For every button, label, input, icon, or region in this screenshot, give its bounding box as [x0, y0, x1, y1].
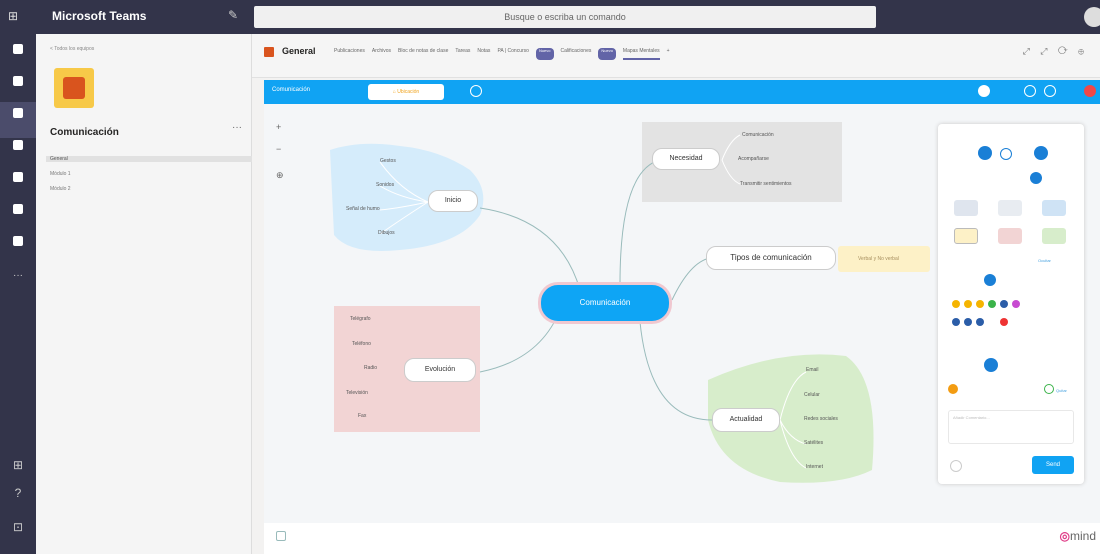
leaf-redes[interactable]: Redes sociales — [804, 416, 838, 422]
node-actualidad[interactable]: Actualidad — [712, 408, 780, 432]
color-picker-icon[interactable] — [984, 274, 996, 286]
progress-start-icon[interactable] — [948, 384, 958, 394]
number-icon[interactable] — [952, 318, 960, 326]
style-swatch[interactable] — [954, 228, 978, 244]
mindmap-connections — [330, 122, 930, 483]
node-tipos-comunicacion[interactable]: Tipos de comunicación — [706, 246, 836, 270]
number-icon[interactable] — [976, 318, 984, 326]
mindmeister-logo: ◎mind — [1059, 529, 1097, 543]
remove-link[interactable]: Quitar — [1056, 388, 1067, 393]
leaf-acompanarse[interactable]: Acompañarse — [738, 156, 769, 162]
leaf-comunicacion[interactable]: Comunicación — [742, 132, 774, 138]
leaf-senal-humo[interactable]: Señal de humo — [346, 206, 380, 212]
leaf-sonidos[interactable]: Sonidos — [376, 182, 394, 188]
leaf-verbal[interactable]: Verbal y No verbal — [858, 256, 899, 262]
leaf-email[interactable]: Email — [806, 367, 819, 373]
hide-link[interactable]: Ocultar — [1038, 258, 1051, 263]
progress-end-icon[interactable] — [1044, 384, 1054, 394]
central-topic[interactable]: Comunicación — [538, 282, 672, 324]
shape-icon[interactable] — [1034, 146, 1048, 160]
leaf-telegrafo[interactable]: Telégrafo — [350, 316, 371, 322]
map-overview-icon[interactable] — [276, 531, 286, 541]
emoji-icon[interactable] — [952, 300, 960, 308]
node-evolucion[interactable]: Evolución — [404, 358, 476, 382]
style-swatch[interactable] — [998, 200, 1022, 216]
style-swatch[interactable] — [998, 228, 1022, 244]
line-style-icon[interactable] — [984, 358, 998, 372]
emoji-icon[interactable] — [976, 300, 984, 308]
circle-icon[interactable] — [1000, 300, 1008, 308]
text-style-icon[interactable] — [978, 146, 992, 160]
emoji-picker-icon[interactable] — [950, 460, 962, 472]
leaf-satelites[interactable]: Satélites — [804, 440, 823, 446]
style-swatch[interactable] — [954, 200, 978, 216]
font-icon[interactable] — [1000, 148, 1012, 160]
node-necesidad[interactable]: Necesidad — [652, 148, 720, 170]
format-panel: Ocultar Quitar Añadir Comentario... Send — [938, 124, 1084, 484]
send-button[interactable]: Send — [1032, 456, 1074, 474]
node-inicio[interactable]: Inicio — [428, 190, 478, 212]
leaf-radio[interactable]: Radio — [364, 365, 377, 371]
leaf-sentimientos[interactable]: Transmitir sentimientos — [740, 181, 792, 187]
brand-text: mind — [1069, 529, 1096, 543]
emoji-icon[interactable] — [964, 300, 972, 308]
leaf-fax[interactable]: Fax — [358, 413, 366, 419]
heart-icon[interactable] — [1012, 300, 1020, 308]
align-icon[interactable] — [1030, 172, 1042, 184]
leaf-telefono[interactable]: Teléfono — [352, 341, 371, 347]
leaf-dibujos[interactable]: Dibujos — [378, 230, 395, 236]
leaf-internet[interactable]: Internet — [806, 464, 823, 470]
style-swatch[interactable] — [1042, 200, 1066, 216]
leaf-television[interactable]: Televisión — [346, 390, 368, 396]
number-icon[interactable] — [964, 318, 972, 326]
comment-input[interactable]: Añadir Comentario... — [948, 410, 1074, 444]
check-icon[interactable] — [988, 300, 996, 308]
leaf-celular[interactable]: Celular — [804, 392, 820, 398]
mindmap-footer: ◎mind — [264, 523, 1100, 554]
style-swatch[interactable] — [1042, 228, 1066, 244]
flag-icon[interactable] — [1000, 318, 1008, 326]
leaf-gestos[interactable]: Gestos — [380, 158, 396, 164]
